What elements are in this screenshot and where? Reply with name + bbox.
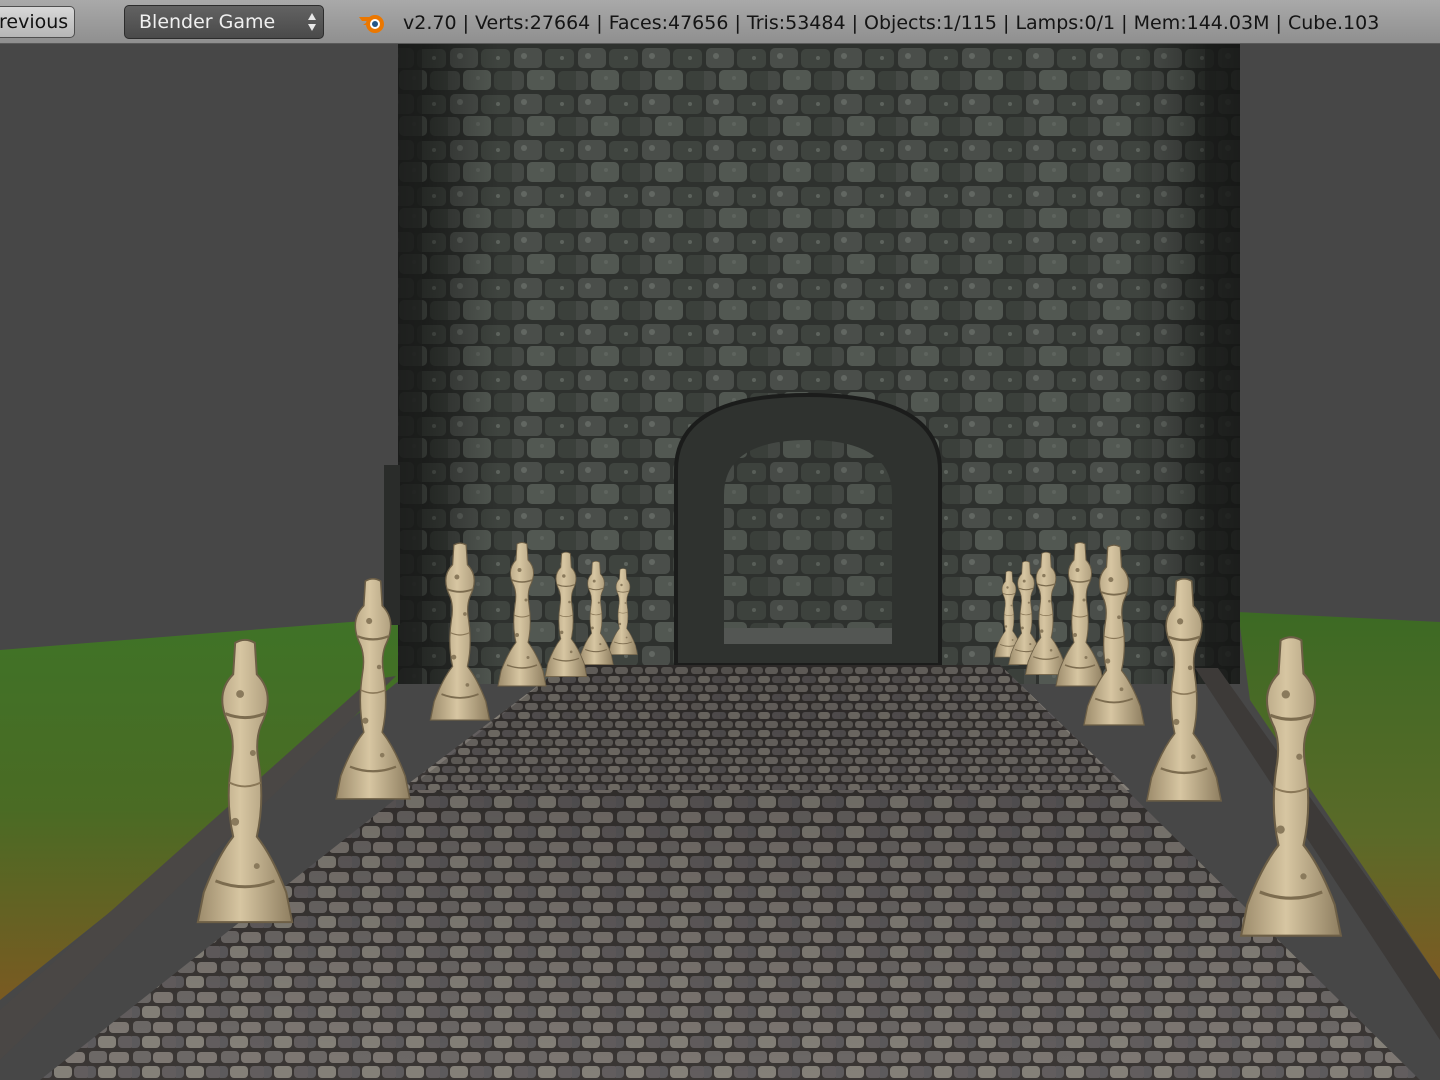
- game-scene: [0, 44, 1440, 1080]
- render-engine-select[interactable]: Blender Game: [124, 5, 324, 39]
- select-arrows-icon: [308, 13, 316, 31]
- previous-button[interactable]: revious: [0, 6, 75, 38]
- render-engine-value: Blender Game: [139, 11, 276, 33]
- info-header: revious Blender Game v2.70 | Verts:27664…: [0, 0, 1440, 44]
- 3d-viewport[interactable]: [0, 44, 1440, 1080]
- arched-gate: [674, 392, 942, 667]
- scene-statistics: v2.70 | Verts:27664 | Faces:47656 | Tris…: [403, 12, 1380, 34]
- blender-logo-icon: [359, 15, 384, 33]
